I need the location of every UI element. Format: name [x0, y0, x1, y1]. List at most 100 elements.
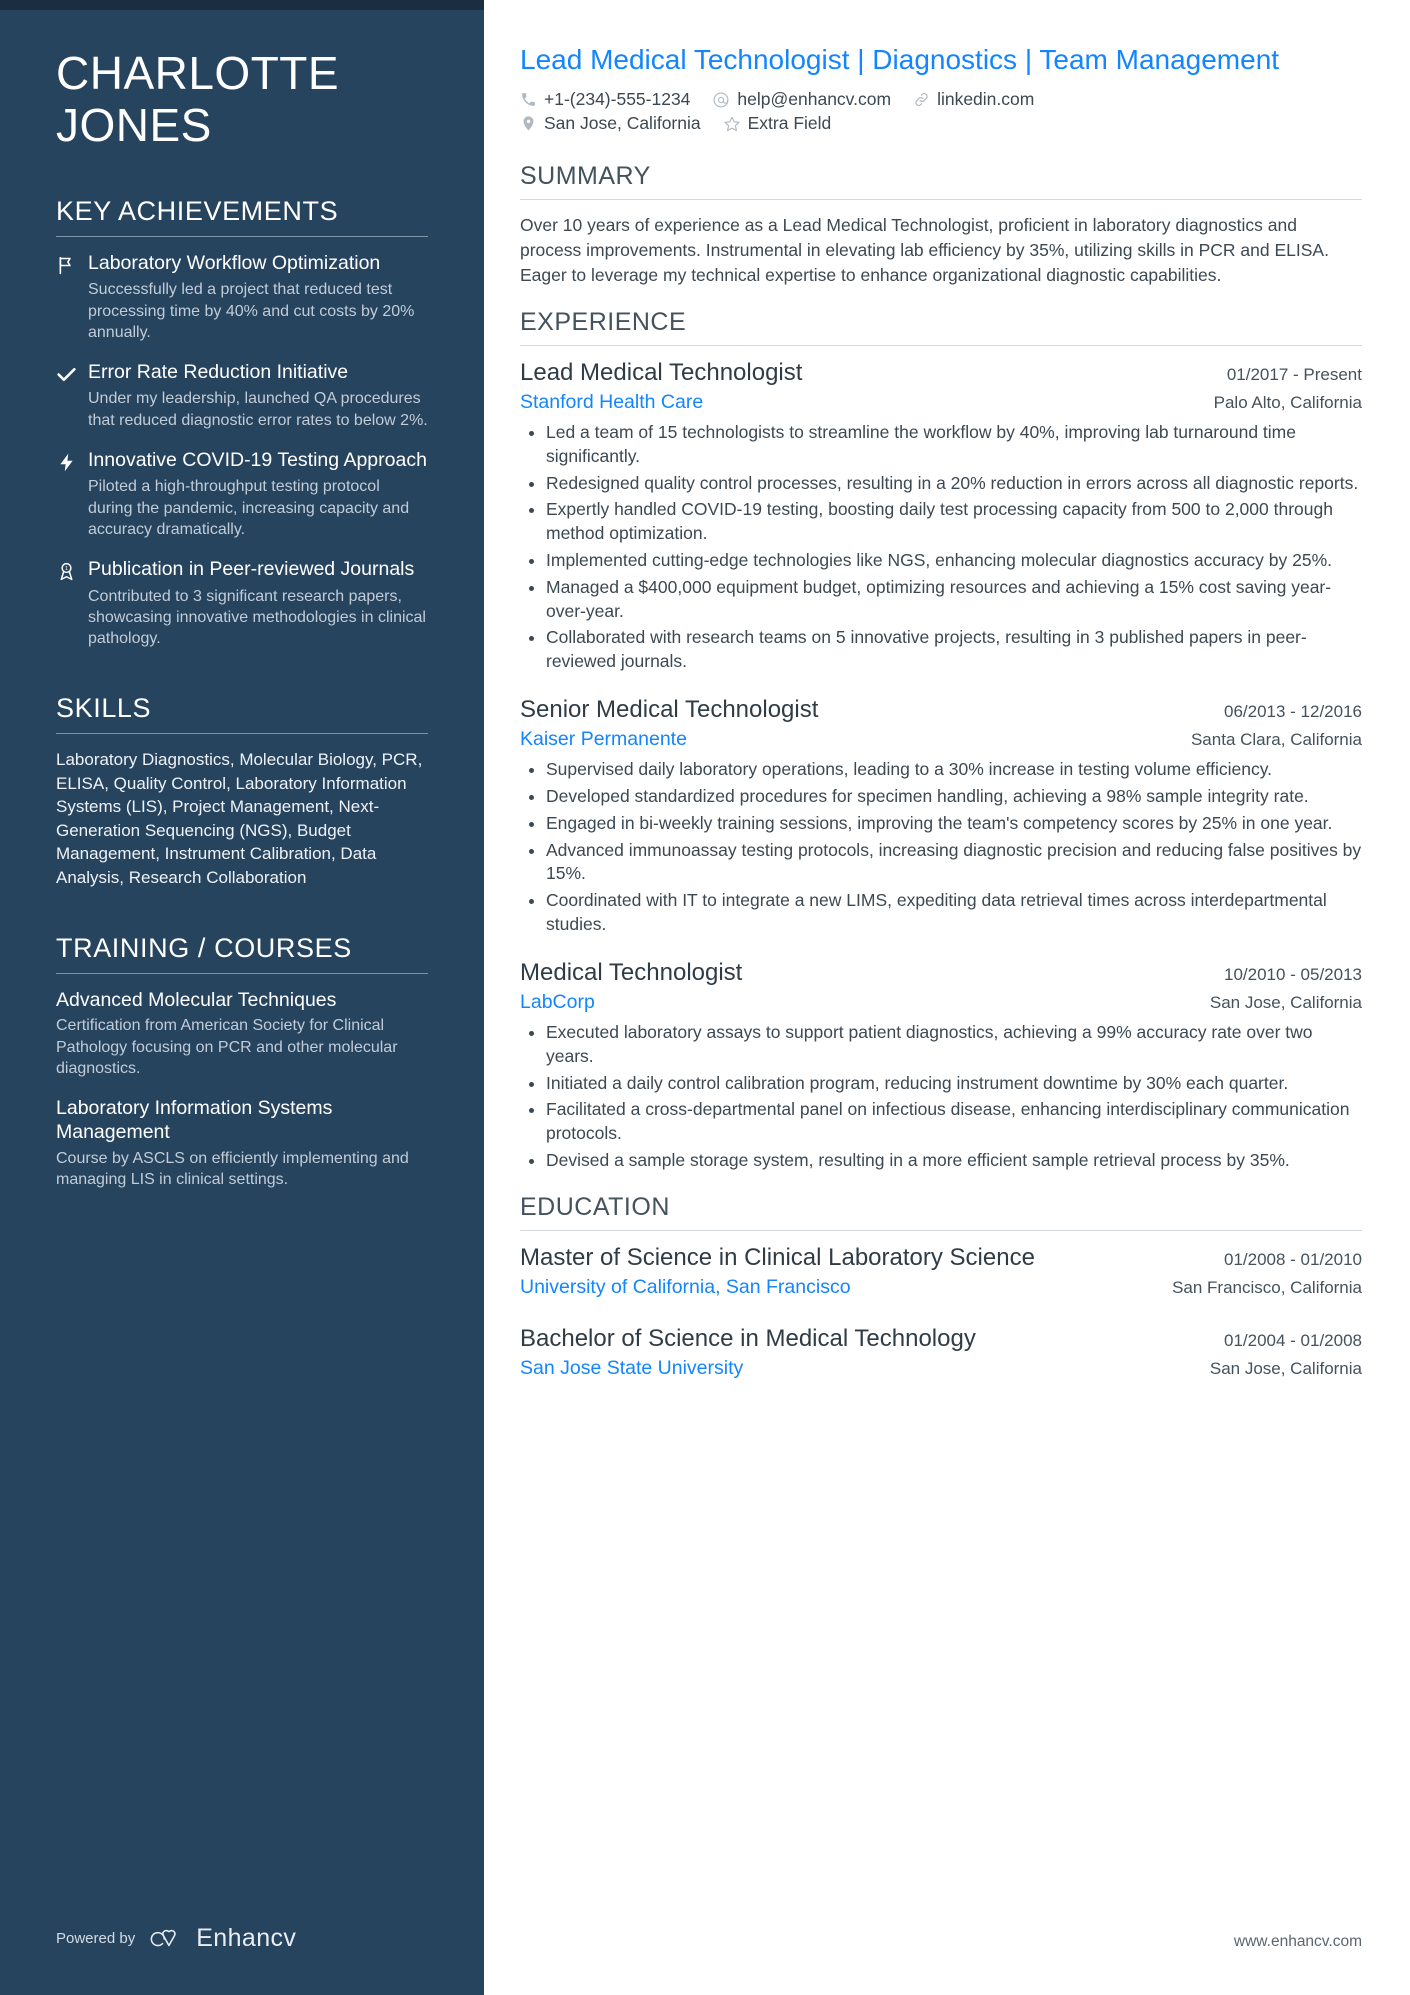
list-item: Engaged in bi-weekly training sessions, … [520, 812, 1362, 836]
key-achievements-heading: KEY ACHIEVEMENTS [56, 195, 339, 226]
achievement-description: Piloted a high-throughput testing protoc… [88, 478, 410, 538]
training-courses-heading: TRAINING / COURSES [56, 933, 352, 964]
achievement-body: Innovative COVID-19 Testing Approach Pil… [88, 448, 428, 540]
list-item: Managed a $400,000 equipment budget, opt… [520, 576, 1362, 624]
contact-location-text: San Jose, California [544, 113, 701, 134]
achievement-description: Under my leadership, launched QA procedu… [88, 390, 428, 429]
svg-text:1: 1 [65, 566, 68, 572]
list-item: Devised a sample storage system, resulti… [520, 1149, 1362, 1173]
experience-entry: Lead Medical Technologist 01/2017 - Pres… [520, 359, 1362, 674]
email-at-icon [712, 91, 730, 109]
education-section: EDUCATION Master of Science in Clinical … [520, 1193, 1362, 1380]
experience-entry-sub: Stanford Health Care Palo Alto, Californ… [520, 390, 1362, 414]
achievement-title: Publication in Peer-reviewed Journals [88, 558, 415, 581]
education-degree: Master of Science in Clinical Laboratory… [520, 1243, 1035, 1271]
contact-email[interactable]: help@enhancv.com [712, 89, 891, 110]
divider [56, 235, 428, 237]
achievement-description: Contributed to 3 significant research pa… [88, 587, 426, 648]
course-title: Laboratory Information Systems Managemen… [56, 1096, 333, 1144]
experience-organization[interactable]: Kaiser Permanente [520, 727, 1175, 751]
achievement-title: Error Rate Reduction Initiative [88, 361, 349, 384]
divider [520, 199, 1362, 201]
achievement-body: Publication in Peer-reviewed Journals Co… [88, 557, 428, 649]
achievement-item: Error Rate Reduction Initiative Under my… [56, 360, 428, 431]
powered-by-label: Powered by [56, 1930, 136, 1947]
course-title: Advanced Molecular Techniques [56, 989, 337, 1012]
experience-organization[interactable]: Stanford Health Care [520, 390, 1198, 414]
training-courses-section: TRAINING / COURSES Advanced Molecular Te… [56, 933, 428, 1190]
education-date: 01/2004 - 01/2008 [1223, 1330, 1362, 1350]
summary-section: SUMMARY Over 10 years of experience as a… [520, 162, 1362, 288]
education-school[interactable]: San Jose State University [520, 1356, 1194, 1380]
skills-section: SKILLS Laboratory Diagnostics, Molecular… [56, 693, 428, 889]
experience-heading: EXPERIENCE [520, 307, 687, 336]
experience-role: Medical Technologist [520, 958, 743, 986]
phone-icon [520, 91, 537, 108]
sidebar-top-strip [0, 0, 484, 10]
list-item: Supervised daily laboratory operations, … [520, 758, 1362, 782]
headline-title: Lead Medical Technologist | Diagnostics … [520, 44, 1280, 75]
experience-role: Lead Medical Technologist [520, 358, 803, 386]
experience-entry-sub: Kaiser Permanente Santa Clara, Californi… [520, 727, 1362, 751]
experience-date: 01/2017 - Present [1226, 364, 1362, 384]
list-item: Facilitated a cross-departmental panel o… [520, 1098, 1362, 1146]
education-entry-sub: University of California, San Francisco … [520, 1275, 1362, 1299]
list-item: Expertly handled COVID-19 testing, boost… [520, 498, 1362, 546]
contact-linkedin[interactable]: linkedin.com [913, 89, 1034, 110]
experience-entry-sub: LabCorp San Jose, California [520, 990, 1362, 1014]
education-location: San Francisco, California [1172, 1277, 1362, 1297]
lightning-bolt-icon [56, 448, 88, 540]
education-entry: Bachelor of Science in Medical Technolog… [520, 1325, 1362, 1380]
summary-text: Over 10 years of experience as a Lead Me… [520, 215, 1329, 286]
summary-heading: SUMMARY [520, 162, 651, 191]
achievement-description: Successfully led a project that reduced … [88, 281, 415, 341]
footer-website-url[interactable]: www.enhancv.com [1234, 1933, 1362, 1951]
contact-extra-field-text: Extra Field [747, 113, 832, 134]
course-item: Advanced Molecular Techniques Certificat… [56, 988, 428, 1080]
list-item: Developed standardized procedures for sp… [520, 785, 1362, 809]
experience-role: Senior Medical Technologist [520, 696, 819, 724]
candidate-last-name: JONES [56, 98, 212, 151]
enhancv-mark-icon [150, 1929, 176, 1946]
experience-entry: Senior Medical Technologist 06/2013 - 12… [520, 696, 1362, 937]
sidebar: CHARLOTTE JONES KEY ACHIEVEMENTS Laborat… [0, 0, 484, 1995]
list-item: Initiated a daily control calibration pr… [520, 1072, 1362, 1096]
course-description: Certification from American Society for … [56, 1017, 398, 1078]
course-item: Laboratory Information Systems Managemen… [56, 1096, 428, 1191]
achievement-body: Error Rate Reduction Initiative Under my… [88, 360, 428, 431]
education-date: 01/2008 - 01/2010 [1223, 1249, 1362, 1269]
list-item: Collaborated with research teams on 5 in… [520, 626, 1362, 674]
contact-row-2: San Jose, California Extra Field [520, 113, 1362, 134]
list-item: Advanced immunoassay testing protocols, … [520, 839, 1362, 887]
candidate-first-name: CHARLOTTE [56, 47, 340, 99]
experience-location: San Jose, California [1209, 992, 1362, 1012]
check-icon [56, 360, 88, 431]
experience-organization[interactable]: LabCorp [520, 990, 1194, 1014]
experience-date: 06/2013 - 12/2016 [1223, 702, 1362, 722]
list-item: Led a team of 15 technologists to stream… [520, 421, 1362, 469]
award-ribbon-icon: 1 [56, 557, 88, 649]
contact-row-1: +1-(234)-555-1234 help@enhancv.com linke… [520, 89, 1362, 110]
list-item: Executed laboratory assays to support pa… [520, 1021, 1362, 1069]
contact-phone[interactable]: +1-(234)-555-1234 [520, 89, 690, 110]
achievement-title: Innovative COVID-19 Testing Approach [88, 449, 427, 472]
education-entry: Master of Science in Clinical Laboratory… [520, 1244, 1362, 1299]
achievement-item: 1 Publication in Peer-reviewed Journals … [56, 557, 428, 649]
education-heading: EDUCATION [520, 1192, 670, 1221]
list-item: Coordinated with IT to integrate a new L… [520, 889, 1362, 937]
education-entry-head: Master of Science in Clinical Laboratory… [520, 1244, 1362, 1273]
experience-bullets: Led a team of 15 technologists to stream… [520, 421, 1362, 674]
experience-entry: Medical Technologist 10/2010 - 05/2013 L… [520, 959, 1362, 1173]
contact-linkedin-text: linkedin.com [937, 89, 1035, 110]
experience-section: EXPERIENCE Lead Medical Technologist 01/… [520, 308, 1362, 1173]
flag-icon [56, 251, 88, 343]
experience-location: Santa Clara, California [1190, 729, 1362, 749]
contact-extra-field: Extra Field [723, 113, 832, 134]
skills-heading: SKILLS [56, 693, 152, 724]
skills-list: Laboratory Diagnostics, Molecular Biolog… [56, 750, 423, 887]
divider [56, 733, 428, 735]
education-school[interactable]: University of California, San Francisco [520, 1275, 1156, 1299]
achievement-item: Laboratory Workflow Optimization Success… [56, 251, 428, 343]
